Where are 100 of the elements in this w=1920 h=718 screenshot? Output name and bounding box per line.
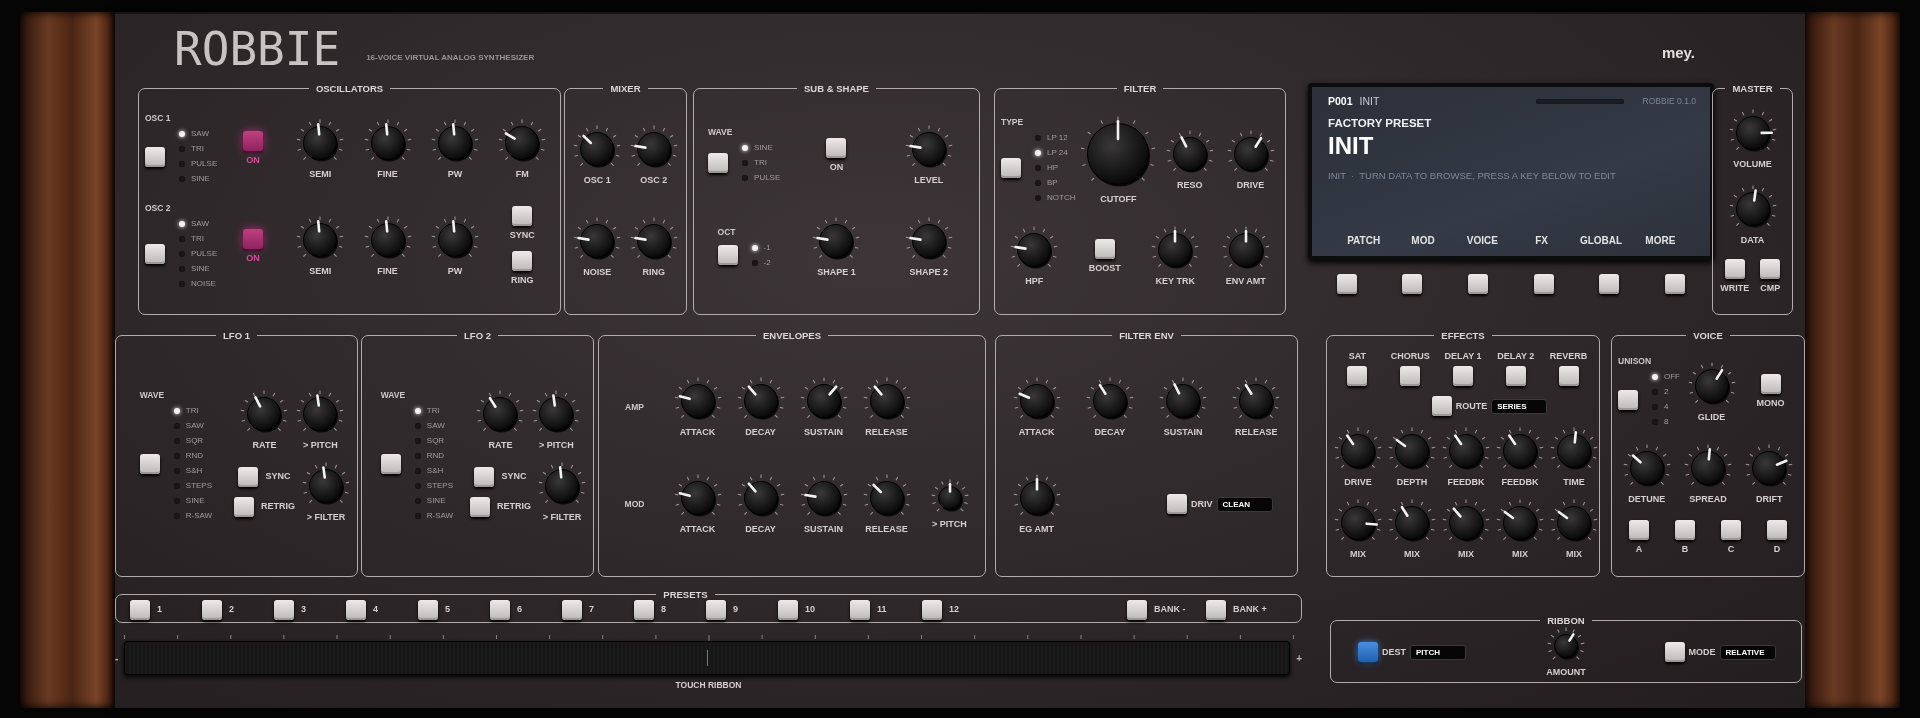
toggle-button[interactable] (512, 251, 533, 271)
toggle-button[interactable] (1664, 642, 1685, 662)
selector-button[interactable] (708, 153, 729, 173)
toggle-button[interactable] (202, 599, 222, 620)
toggle-button[interactable] (274, 599, 294, 620)
toggle-button[interactable] (1453, 366, 1473, 386)
option-label: TRI (754, 158, 767, 168)
panel-title: SUB & SHAPE (803, 83, 870, 94)
toggle-button[interactable] (1558, 366, 1579, 386)
option-label: PULSE (754, 173, 781, 183)
knob-label: > PITCH (303, 439, 338, 451)
button-label: 4 (373, 604, 378, 615)
power-button[interactable] (242, 131, 263, 151)
power-button[interactable] (242, 228, 263, 249)
knob-label: RESO (1177, 179, 1203, 191)
category-label: FACTORY PRESET (1328, 117, 1433, 129)
knob-label: DRIVE (1236, 179, 1265, 191)
toggle-button[interactable] (418, 599, 438, 620)
selector-button[interactable] (139, 453, 160, 474)
knob-label: AMOUNT (1546, 667, 1586, 678)
group-label: WAVE (139, 390, 166, 400)
knob-label: ENV AMT (1225, 276, 1266, 288)
knob-label: RELEASE (865, 524, 908, 535)
toggle-button[interactable] (922, 599, 942, 620)
value-display: CLEAN (1216, 496, 1273, 512)
toggle-button[interactable] (512, 206, 533, 226)
option-label: SAW (426, 421, 445, 431)
toggle-button[interactable] (850, 599, 870, 620)
toggle-button[interactable] (1167, 494, 1187, 514)
toggle-button[interactable] (1127, 599, 1147, 620)
option-label: SQR (426, 436, 445, 446)
softkey-button[interactable] (1402, 274, 1423, 294)
button-label: ON (246, 155, 260, 166)
button-label: 8 (661, 604, 666, 615)
toggle-button[interactable] (826, 137, 847, 158)
toggle-button[interactable] (1629, 519, 1649, 540)
toggle-button[interactable] (706, 599, 726, 620)
knob-label: DATA (1740, 234, 1765, 246)
toggle-button[interactable] (1760, 374, 1781, 395)
knob-label: DRIVE (1344, 477, 1372, 488)
toggle-button[interactable] (634, 599, 654, 620)
button-label: SYNC (501, 471, 527, 482)
toggle-button[interactable] (474, 466, 495, 487)
selector-button[interactable] (717, 245, 738, 265)
option-label: S&H (426, 466, 444, 476)
toggle-button[interactable] (346, 599, 366, 620)
toggle-button[interactable] (562, 599, 582, 620)
button-label: DELAY 2 (1497, 351, 1535, 362)
softkey-button[interactable] (1665, 274, 1686, 294)
panel-title: EFFECTS (1440, 330, 1486, 341)
knob-label: DRIFT (1756, 493, 1783, 505)
button-label: A (1635, 543, 1643, 555)
toggle-button[interactable] (1721, 519, 1741, 540)
softkey-button[interactable] (1468, 274, 1489, 294)
toggle-button[interactable] (470, 496, 490, 517)
toggle-button[interactable] (1206, 599, 1226, 620)
panel-title: FILTER (1122, 83, 1158, 94)
button-label: B (1681, 543, 1689, 555)
button-label: REVERB (1549, 351, 1588, 362)
knob-label: DECAY (745, 524, 776, 535)
knob-label: DECAY (745, 427, 776, 438)
toggle-button[interactable] (1505, 366, 1526, 386)
toggle-button[interactable] (1094, 238, 1115, 259)
selector-button[interactable] (380, 453, 401, 474)
option-label: SAW (191, 129, 209, 139)
toggle-button[interactable] (1347, 366, 1368, 386)
button-label: SYNC (509, 230, 535, 241)
option-label: LP 12 (1047, 132, 1068, 143)
toggle-button[interactable] (130, 599, 150, 620)
button-label: RETRIG (261, 501, 295, 512)
toggle-button[interactable] (490, 599, 510, 620)
selector-button[interactable] (1618, 389, 1638, 410)
toggle-button[interactable] (1358, 642, 1378, 662)
logo: ROBBIE (174, 25, 341, 72)
toggle-button[interactable] (1767, 519, 1787, 540)
selector-button[interactable] (1001, 157, 1021, 178)
toggle-button[interactable] (778, 599, 798, 620)
knob-label: FM (515, 168, 529, 180)
softkey-button[interactable] (1599, 274, 1620, 294)
hint-text: INIT · TURN DATA TO BROWSE, PRESS A KEY BELOW TO EDIT (1328, 170, 1617, 181)
toggle-button[interactable] (1431, 396, 1452, 416)
knob-label: SHAPE 1 (817, 267, 856, 278)
knob-label: KEY TRK (1155, 276, 1195, 288)
button-label: DEST (1382, 646, 1406, 658)
knob-label: MIX (1350, 549, 1366, 560)
toggle-button[interactable] (1675, 519, 1695, 540)
softkey-button[interactable] (1336, 274, 1357, 294)
preset-title: INIT (1328, 132, 1375, 160)
knob-label: GLIDE (1697, 411, 1726, 423)
toggle-button[interactable] (238, 466, 259, 487)
toggle-button[interactable] (234, 496, 254, 517)
group-label: OCT (717, 226, 737, 237)
knob-label: ATTACK (679, 524, 716, 535)
panel-title: VOICE (1692, 330, 1724, 341)
toggle-button[interactable] (1724, 259, 1745, 280)
toggle-button[interactable] (1760, 259, 1781, 280)
toggle-button[interactable] (1400, 366, 1421, 386)
version-label: ROBBIE 0.1.0 (1642, 96, 1696, 106)
selector-button[interactable] (145, 146, 165, 167)
softkey-button[interactable] (1533, 274, 1554, 294)
